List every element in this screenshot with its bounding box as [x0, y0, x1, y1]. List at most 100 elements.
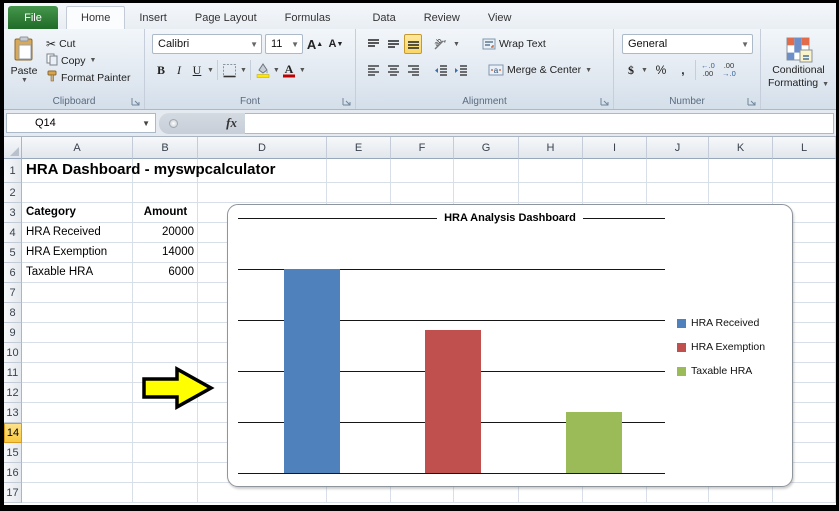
cell-J1[interactable] — [647, 159, 709, 183]
increase-font-size-button[interactable]: A ▲ — [306, 34, 324, 54]
cell-A10[interactable] — [22, 343, 133, 363]
formula-bar-handle[interactable] — [169, 118, 178, 128]
cell-G1[interactable] — [454, 159, 519, 183]
name-box-dropdown-arrow[interactable]: ▼ — [142, 119, 150, 128]
row-header-6[interactable]: 6 — [4, 263, 22, 283]
cell-A4[interactable]: HRA Received — [22, 223, 133, 243]
borders-dropdown-arrow[interactable]: ▼ — [240, 67, 247, 74]
column-header-E[interactable]: E — [327, 137, 391, 159]
conditional-formatting-button[interactable]: Conditional Formatting ▼ — [761, 32, 836, 91]
file-tab[interactable]: File — [8, 6, 58, 29]
merge-center-button[interactable]: a Merge & Center ▼ — [486, 62, 594, 79]
clipboard-dialog-launcher-icon[interactable] — [131, 97, 141, 107]
cell-K1[interactable] — [709, 159, 773, 183]
align-center-button[interactable] — [384, 60, 402, 80]
align-middle-button[interactable] — [384, 34, 402, 54]
cell-B2[interactable] — [133, 183, 198, 203]
column-header-J[interactable]: J — [647, 137, 709, 159]
row-header-1[interactable]: 1 — [4, 159, 22, 183]
cell-H2[interactable] — [519, 183, 583, 203]
cell-F1[interactable] — [391, 159, 454, 183]
cell-A13[interactable] — [22, 403, 133, 423]
orientation-button[interactable]: ab — [432, 34, 450, 54]
cell-A1[interactable]: HRA Dashboard - myswpcalculator — [22, 159, 276, 183]
font-name-combobox[interactable]: Calibri ▼ — [152, 34, 262, 54]
cell-B3[interactable]: Amount — [133, 203, 198, 223]
align-bottom-button[interactable] — [404, 34, 422, 54]
number-format-dropdown-arrow[interactable]: ▼ — [741, 40, 749, 49]
cell-A15[interactable] — [22, 443, 133, 463]
font-color-dropdown-arrow[interactable]: ▼ — [299, 67, 306, 74]
select-all-corner[interactable] — [4, 137, 22, 159]
decrease-indent-button[interactable] — [432, 60, 450, 80]
cell-B8[interactable] — [133, 303, 198, 323]
percent-style-button[interactable]: % — [652, 60, 670, 80]
cell-B5[interactable]: 14000 — [133, 243, 198, 263]
align-right-button[interactable] — [404, 60, 422, 80]
chart-bar-hra-received[interactable] — [284, 269, 340, 473]
cell-F2[interactable] — [391, 183, 454, 203]
column-header-K[interactable]: K — [709, 137, 773, 159]
paste-button[interactable]: Paste ▼ — [4, 32, 44, 86]
comma-style-button[interactable]: , — [674, 60, 692, 80]
decrease-decimal-button[interactable]: .00 →.0 — [720, 60, 738, 80]
insert-function-icon[interactable]: fx — [226, 115, 237, 131]
row-header-8[interactable]: 8 — [4, 303, 22, 323]
font-name-dropdown-arrow[interactable]: ▼ — [250, 40, 258, 49]
cell-I1[interactable] — [583, 159, 647, 183]
column-header-L[interactable]: L — [773, 137, 836, 159]
column-header-B[interactable]: B — [133, 137, 198, 159]
row-header-9[interactable]: 9 — [4, 323, 22, 343]
cell-B16[interactable] — [133, 463, 198, 483]
tab-formulas[interactable]: Formulas — [271, 6, 345, 29]
name-box[interactable]: Q14 ▼ — [6, 113, 156, 133]
cell-E1[interactable] — [327, 159, 391, 183]
tab-page-layout[interactable]: Page Layout — [181, 6, 271, 29]
copy-button[interactable]: Copy ▼ — [44, 52, 132, 69]
align-left-button[interactable] — [364, 60, 382, 80]
row-header-16[interactable]: 16 — [4, 463, 22, 483]
cell-D2[interactable] — [198, 183, 327, 203]
column-header-F[interactable]: F — [391, 137, 454, 159]
paste-dropdown-arrow[interactable]: ▼ — [21, 77, 28, 84]
font-size-combobox[interactable]: 11 ▼ — [265, 34, 303, 54]
row-header-5[interactable]: 5 — [4, 243, 22, 263]
column-header-H[interactable]: H — [519, 137, 583, 159]
tab-insert[interactable]: Insert — [125, 6, 181, 29]
font-size-dropdown-arrow[interactable]: ▼ — [291, 40, 299, 49]
copy-dropdown-arrow[interactable]: ▼ — [90, 57, 97, 64]
cell-H1[interactable] — [519, 159, 583, 183]
cell-B9[interactable] — [133, 323, 198, 343]
borders-button[interactable] — [221, 60, 239, 80]
font-dialog-launcher-icon[interactable] — [342, 97, 352, 107]
row-header-14[interactable]: 14 — [4, 423, 22, 443]
legend-item-hra-received[interactable]: HRA Received — [677, 311, 765, 335]
cell-J2[interactable] — [647, 183, 709, 203]
cell-A16[interactable] — [22, 463, 133, 483]
row-header-3[interactable]: 3 — [4, 203, 22, 223]
decrease-font-size-button[interactable]: A ▼ — [327, 34, 345, 54]
cell-L2[interactable] — [773, 183, 836, 203]
increase-indent-button[interactable] — [452, 60, 470, 80]
accounting-format-button[interactable]: $ — [622, 60, 640, 80]
column-header-A[interactable]: A — [22, 137, 133, 159]
row-header-4[interactable]: 4 — [4, 223, 22, 243]
cell-A17[interactable] — [22, 483, 133, 503]
cell-B17[interactable] — [133, 483, 198, 503]
number-dialog-launcher-icon[interactable] — [747, 97, 757, 107]
underline-dropdown-arrow[interactable]: ▼ — [207, 67, 214, 74]
row-header-10[interactable]: 10 — [4, 343, 22, 363]
cell-B6[interactable]: 6000 — [133, 263, 198, 283]
increase-decimal-button[interactable]: ←.0 .00 — [699, 60, 717, 80]
cell-A9[interactable] — [22, 323, 133, 343]
align-top-button[interactable] — [364, 34, 382, 54]
row-header-15[interactable]: 15 — [4, 443, 22, 463]
accounting-dropdown-arrow[interactable]: ▼ — [641, 67, 648, 74]
format-painter-button[interactable]: Format Painter — [44, 69, 132, 86]
column-header-G[interactable]: G — [454, 137, 519, 159]
row-header-12[interactable]: 12 — [4, 383, 22, 403]
column-header-D[interactable]: D — [198, 137, 327, 159]
cell-A11[interactable] — [22, 363, 133, 383]
cell-K2[interactable] — [709, 183, 773, 203]
formula-input[interactable] — [245, 112, 834, 134]
